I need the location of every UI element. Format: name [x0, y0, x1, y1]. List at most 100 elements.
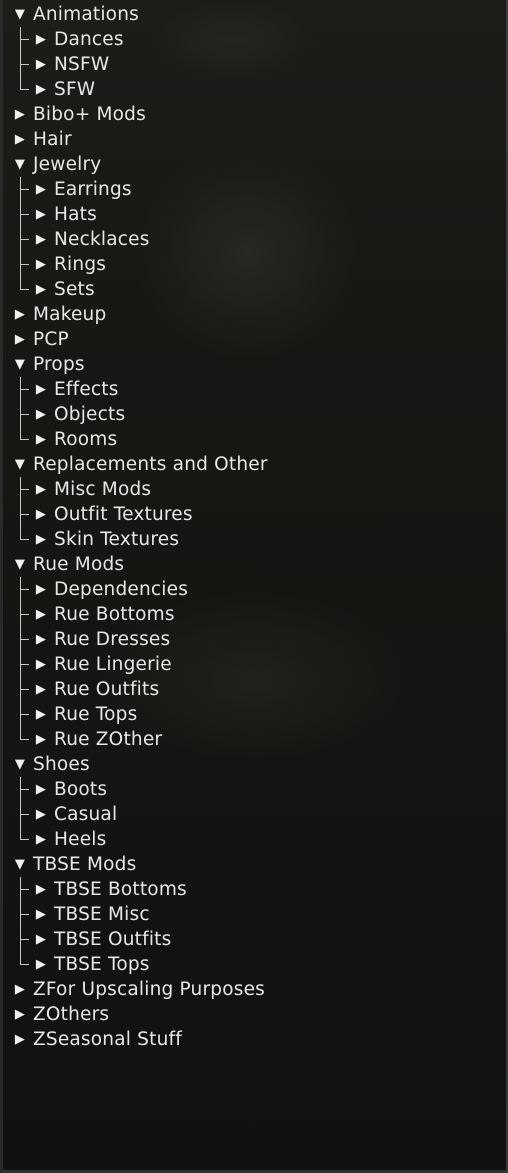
subfolder-rue-bottoms[interactable]: ▶ Rue Bottoms	[3, 602, 503, 627]
collapsed-arrow-icon[interactable]: ▶	[13, 127, 27, 152]
collapsed-arrow-icon[interactable]: ▶	[34, 502, 48, 527]
subfolder-rue-tops[interactable]: ▶ Rue Tops	[3, 702, 503, 727]
subfolder-tbse-tops[interactable]: ▶ TBSE Tops	[3, 952, 503, 977]
folder-zfor-upscaling-purposes[interactable]: ▶ ZFor Upscaling Purposes	[3, 977, 503, 1002]
collapsed-arrow-icon[interactable]: ▶	[34, 827, 48, 852]
collapsed-arrow-icon[interactable]: ▶	[34, 277, 48, 302]
folder-makeup[interactable]: ▶ Makeup	[3, 302, 503, 327]
collapsed-arrow-icon[interactable]: ▶	[34, 777, 48, 802]
collapsed-arrow-icon[interactable]: ▶	[34, 202, 48, 227]
collapsed-arrow-icon[interactable]: ▶	[34, 27, 48, 52]
subfolder-label: Misc Mods	[54, 479, 152, 500]
collapsed-arrow-icon[interactable]: ▶	[13, 302, 27, 327]
collapsed-arrow-icon[interactable]: ▶	[13, 977, 27, 1002]
subfolder-nsfw[interactable]: ▶ NSFW	[3, 52, 503, 77]
subfolder-label: Dependencies	[54, 579, 189, 600]
subfolder-objects[interactable]: ▶ Objects	[3, 402, 503, 427]
collapsed-arrow-icon[interactable]: ▶	[34, 52, 48, 77]
collapsed-arrow-icon[interactable]: ▶	[34, 227, 48, 252]
subfolder-misc-mods[interactable]: ▶ Misc Mods	[3, 477, 503, 502]
expanded-arrow-icon[interactable]: ▼	[13, 752, 27, 777]
tree-guide-line	[20, 77, 30, 90]
folder-hair[interactable]: ▶ Hair	[3, 127, 503, 152]
collapsed-arrow-icon[interactable]: ▶	[34, 477, 48, 502]
subfolder-label: Effects	[54, 379, 119, 400]
subfolder-dances[interactable]: ▶ Dances	[3, 27, 503, 52]
folder-animations[interactable]: ▼ Animations	[3, 2, 503, 27]
subfolder-tbse-misc[interactable]: ▶ TBSE Misc	[3, 902, 503, 927]
subfolder-rooms[interactable]: ▶ Rooms	[3, 427, 503, 452]
expanded-arrow-icon[interactable]: ▼	[13, 152, 27, 177]
expanded-arrow-icon[interactable]: ▼	[13, 552, 27, 577]
subfolder-rue-outfits[interactable]: ▶ Rue Outfits	[3, 677, 503, 702]
collapsed-arrow-icon[interactable]: ▶	[34, 802, 48, 827]
collapsed-arrow-icon[interactable]: ▶	[34, 527, 48, 552]
subfolder-casual[interactable]: ▶ Casual	[3, 802, 503, 827]
subfolder-dependencies[interactable]: ▶ Dependencies	[3, 577, 503, 602]
tree-guide-line	[20, 202, 30, 227]
collapsed-arrow-icon[interactable]: ▶	[34, 652, 48, 677]
subfolder-label: Earrings	[54, 179, 132, 200]
subfolder-skin-textures[interactable]: ▶ Skin Textures	[3, 527, 503, 552]
folder-label: TBSE Mods	[33, 854, 137, 875]
collapsed-arrow-icon[interactable]: ▶	[34, 252, 48, 277]
collapsed-arrow-icon[interactable]: ▶	[13, 327, 27, 352]
folder-replacements-and-other[interactable]: ▼ Replacements and Other	[3, 452, 503, 477]
tree-guide-line	[20, 277, 30, 290]
subfolder-rue-zother[interactable]: ▶ Rue ZOther	[3, 727, 503, 752]
tree-guide-line	[20, 827, 30, 840]
collapsed-arrow-icon[interactable]: ▶	[34, 602, 48, 627]
collapsed-arrow-icon[interactable]: ▶	[34, 902, 48, 927]
collapsed-arrow-icon[interactable]: ▶	[34, 877, 48, 902]
folder-props[interactable]: ▼ Props	[3, 352, 503, 377]
subfolder-label: TBSE Bottoms	[54, 879, 187, 900]
subfolder-rings[interactable]: ▶ Rings	[3, 252, 503, 277]
collapsed-arrow-icon[interactable]: ▶	[13, 1002, 27, 1027]
subfolder-effects[interactable]: ▶ Effects	[3, 377, 503, 402]
collapsed-arrow-icon[interactable]: ▶	[34, 727, 48, 752]
collapsed-arrow-icon[interactable]: ▶	[13, 102, 27, 127]
subfolder-outfit-textures[interactable]: ▶ Outfit Textures	[3, 502, 503, 527]
collapsed-arrow-icon[interactable]: ▶	[34, 177, 48, 202]
tree-guide-line	[20, 52, 30, 77]
expanded-arrow-icon[interactable]: ▼	[13, 352, 27, 377]
subfolder-earrings[interactable]: ▶ Earrings	[3, 177, 503, 202]
folder-tbse-mods[interactable]: ▼ TBSE Mods	[3, 852, 503, 877]
subfolder-necklaces[interactable]: ▶ Necklaces	[3, 227, 503, 252]
collapsed-arrow-icon[interactable]: ▶	[34, 952, 48, 977]
subfolder-sfw[interactable]: ▶ SFW	[3, 77, 503, 102]
folder-zseasonal-stuff[interactable]: ▶ ZSeasonal Stuff	[3, 1027, 503, 1052]
subfolder-rue-dresses[interactable]: ▶ Rue Dresses	[3, 627, 503, 652]
collapsed-arrow-icon[interactable]: ▶	[34, 427, 48, 452]
collapsed-arrow-icon[interactable]: ▶	[34, 702, 48, 727]
subfolder-heels[interactable]: ▶ Heels	[3, 827, 503, 852]
subfolder-hats[interactable]: ▶ Hats	[3, 202, 503, 227]
collapsed-arrow-icon[interactable]: ▶	[34, 677, 48, 702]
subfolder-tbse-outfits[interactable]: ▶ TBSE Outfits	[3, 927, 503, 952]
collapsed-arrow-icon[interactable]: ▶	[34, 377, 48, 402]
subfolder-sets[interactable]: ▶ Sets	[3, 277, 503, 302]
folder-bibo-mods[interactable]: ▶ Bibo+ Mods	[3, 102, 503, 127]
collapsed-arrow-icon[interactable]: ▶	[13, 1027, 27, 1052]
folder-pcp[interactable]: ▶ PCP	[3, 327, 503, 352]
collapsed-arrow-icon[interactable]: ▶	[34, 577, 48, 602]
expanded-arrow-icon[interactable]: ▼	[13, 452, 27, 477]
collapsed-arrow-icon[interactable]: ▶	[34, 627, 48, 652]
tree-guide-line	[20, 927, 30, 952]
folder-rue-mods[interactable]: ▼ Rue Mods	[3, 552, 503, 577]
folder-label: Animations	[33, 4, 139, 25]
folder-label: Bibo+ Mods	[33, 104, 146, 125]
subfolder-rue-lingerie[interactable]: ▶ Rue Lingerie	[3, 652, 503, 677]
tree-guide-line	[20, 527, 30, 540]
collapsed-arrow-icon[interactable]: ▶	[34, 927, 48, 952]
folder-shoes[interactable]: ▼ Shoes	[3, 752, 503, 777]
tree-guide-line	[20, 602, 30, 627]
collapsed-arrow-icon[interactable]: ▶	[34, 77, 48, 102]
subfolder-boots[interactable]: ▶ Boots	[3, 777, 503, 802]
expanded-arrow-icon[interactable]: ▼	[13, 852, 27, 877]
folder-jewelry[interactable]: ▼ Jewelry	[3, 152, 503, 177]
subfolder-tbse-bottoms[interactable]: ▶ TBSE Bottoms	[3, 877, 503, 902]
expanded-arrow-icon[interactable]: ▼	[13, 2, 27, 27]
folder-zothers[interactable]: ▶ ZOthers	[3, 1002, 503, 1027]
collapsed-arrow-icon[interactable]: ▶	[34, 402, 48, 427]
